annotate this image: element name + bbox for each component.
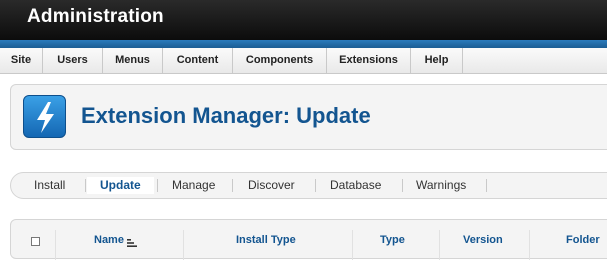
- tab-warnings[interactable]: Warnings: [416, 177, 466, 194]
- tab-separator: [232, 179, 233, 192]
- column-header-type[interactable]: Type: [380, 234, 405, 246]
- select-all-checkbox[interactable]: [31, 237, 40, 246]
- column-divider: [55, 230, 56, 260]
- sort-ascending-icon[interactable]: [127, 235, 140, 253]
- header-accent-strip: [0, 40, 607, 48]
- column-header-version[interactable]: Version: [463, 234, 503, 246]
- tab-install[interactable]: Install: [34, 177, 65, 194]
- tab-separator: [486, 179, 487, 192]
- toolbar-title-box: Extension Manager: Update: [10, 84, 607, 150]
- page-title: Extension Manager: Update: [81, 103, 371, 128]
- header-title: Administration: [27, 6, 164, 27]
- menu-item-content[interactable]: Content: [163, 48, 233, 73]
- tab-manage[interactable]: Manage: [172, 177, 215, 194]
- column-header-folder[interactable]: Folder: [566, 234, 600, 246]
- tab-separator: [315, 179, 316, 192]
- tab-database[interactable]: Database: [330, 177, 381, 194]
- menu-item-menus[interactable]: Menus: [103, 48, 163, 73]
- column-header-install-type[interactable]: Install Type: [236, 234, 296, 246]
- tab-update[interactable]: Update: [87, 177, 154, 194]
- tab-separator: [157, 179, 158, 192]
- tab-separator: [402, 179, 403, 192]
- menu-item-extensions[interactable]: Extensions: [327, 48, 411, 73]
- column-divider: [352, 230, 353, 260]
- menu-item-site[interactable]: Site: [0, 48, 43, 73]
- column-header-name[interactable]: Name: [94, 234, 124, 246]
- column-divider: [529, 230, 530, 260]
- tab-discover[interactable]: Discover: [248, 177, 295, 194]
- menu-item-help[interactable]: Help: [411, 48, 463, 73]
- admin-header: Administration: [0, 0, 607, 40]
- menu-item-components[interactable]: Components: [233, 48, 327, 73]
- column-divider: [439, 230, 440, 260]
- main-menu-bar: Site Users Menus Content Components Exte…: [0, 48, 607, 74]
- submenu-tabs: Install Update Manage Discover Database …: [10, 172, 607, 199]
- column-divider: [183, 230, 184, 260]
- extensions-table-header: Name Install Type Type Version Folder: [10, 219, 607, 260]
- lightning-icon: [23, 95, 66, 138]
- menu-item-users[interactable]: Users: [43, 48, 103, 73]
- tab-separator: [85, 179, 86, 192]
